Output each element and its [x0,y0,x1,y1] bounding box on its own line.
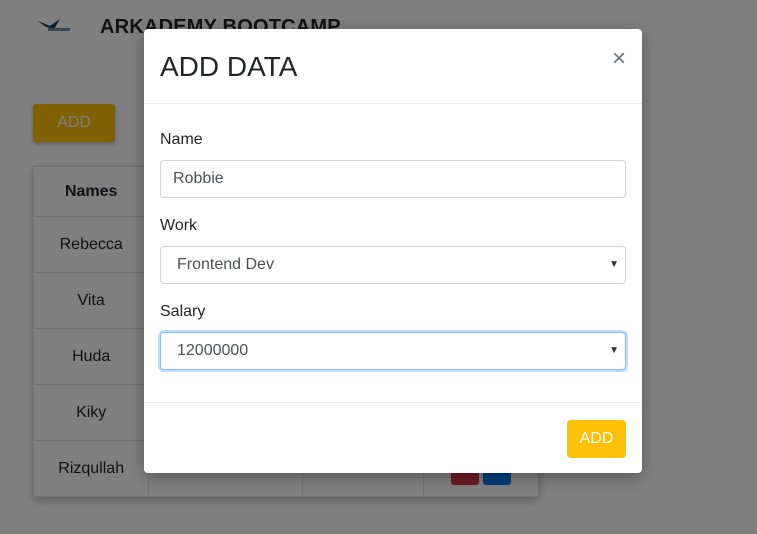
work-select-value: Frontend Dev [177,256,274,273]
salary-label: Salary [160,303,206,320]
modal-footer: ADD [144,402,642,474]
close-icon[interactable]: × [612,47,626,71]
salary-select[interactable]: 12000000 ▼ [160,332,626,370]
modal-title: ADD DATA [160,51,298,82]
name-input[interactable]: Robbie [160,160,626,198]
modal-header: ADD DATA × [144,29,642,104]
work-select[interactable]: Frontend Dev ▼ [160,246,626,284]
name-label: Name [160,131,203,148]
salary-select-value: 12000000 [177,342,249,359]
work-label: Work [160,217,198,234]
dropdown-arrow-icon: ▼ [609,345,619,356]
submit-add-button[interactable]: ADD [567,420,626,458]
dropdown-arrow-icon: ▼ [609,259,619,270]
add-data-modal: ADD DATA × Name Robbie Work Frontend Dev… [144,29,642,473]
